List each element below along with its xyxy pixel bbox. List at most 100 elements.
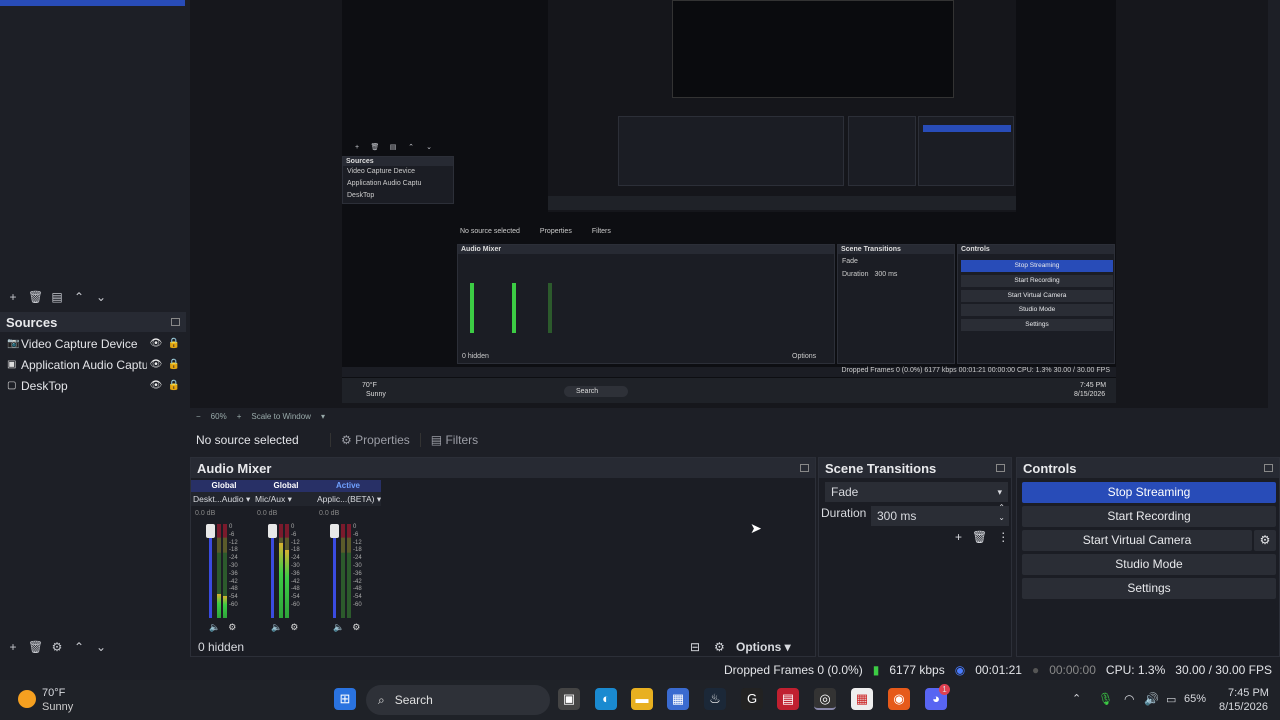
start-virtual-camera-button[interactable]: Start Virtual Camera	[1022, 530, 1252, 551]
stepper-icon[interactable]: ⌃ ⌄	[998, 503, 1005, 523]
mini-controls-title: Controls	[958, 245, 1114, 254]
config-icon[interactable]: ⚙	[714, 640, 736, 654]
add-icon[interactable]: +	[955, 530, 962, 544]
more-icon[interactable]: ⋮	[997, 530, 1009, 544]
stop-streaming-button[interactable]: Stop Streaming	[1022, 482, 1276, 503]
trash-icon[interactable]: 🗑	[972, 530, 987, 544]
channel-name[interactable]: Deskt...Audio ▾	[191, 492, 257, 506]
lock-icon[interactable]: 🔒	[165, 338, 183, 349]
battery-percent[interactable]: 65%	[1184, 693, 1206, 705]
edge-icon[interactable]: ◐	[595, 688, 617, 710]
visibility-icon[interactable]: 👁	[147, 359, 165, 370]
undock-icon[interactable]	[171, 318, 180, 326]
mini-source-item: Video Capture Device	[347, 168, 415, 175]
battery-icon[interactable]: ▭	[1166, 693, 1176, 706]
lock-icon[interactable]: 🔒	[165, 359, 183, 370]
windows-start-icon[interactable]: ⊞	[334, 688, 356, 710]
add-icon[interactable]: +	[6, 290, 20, 304]
trash-icon[interactable]: 🗑	[28, 640, 43, 654]
duration-input[interactable]: 300 ms ⌃ ⌄	[871, 503, 1009, 526]
source-item[interactable]: ▢ DeskTop 👁 🔒	[0, 375, 186, 396]
db-scale-tick: -42	[291, 578, 300, 585]
source-item[interactable]: ▣ Application Audio Captu 👁 🔒	[0, 354, 186, 375]
virtual-camera-gear-icon[interactable]: ⚙	[1254, 530, 1276, 551]
transition-select[interactable]: Fade ▾	[825, 482, 1008, 502]
move-up-icon[interactable]: ⌃	[72, 640, 86, 654]
firefox-icon[interactable]: ◉	[888, 688, 910, 710]
volume-fader-track[interactable]	[271, 524, 274, 618]
mini-duration-value: 300 ms	[874, 271, 898, 278]
filter-icon[interactable]: ▤	[50, 290, 64, 304]
g-hub-icon[interactable]: G	[741, 688, 763, 710]
zoom-in-icon[interactable]: +	[237, 412, 242, 421]
db-scale-tick: -30	[229, 562, 238, 569]
db-scale-tick: -36	[229, 570, 238, 577]
scale-mode[interactable]: Scale to Window	[251, 412, 311, 421]
gear-icon[interactable]: ⚙	[228, 622, 236, 633]
undock-icon[interactable]	[1264, 464, 1273, 472]
volume-fader-knob[interactable]	[330, 524, 339, 538]
start-recording-button[interactable]: Start Recording	[1022, 506, 1276, 527]
app-red-icon[interactable]: ▤	[777, 688, 799, 710]
speaker-icon[interactable]: 🔈	[209, 622, 220, 633]
db-scale-tick: 0	[291, 524, 295, 530]
lock-icon[interactable]: 🔒	[165, 380, 183, 391]
layout-icon[interactable]: ⊟	[690, 640, 714, 654]
app-grid-icon[interactable]: ▦	[851, 688, 873, 710]
gear-icon[interactable]: ⚙	[352, 622, 360, 633]
mini-mixer: Audio Mixer 0 hidden Options	[457, 244, 835, 364]
zoom-out-icon[interactable]: −	[196, 412, 201, 421]
steam-icon[interactable]: ♨	[704, 688, 726, 710]
chevron-down-icon[interactable]: ▾	[321, 412, 325, 421]
gear-icon[interactable]: ⚙	[50, 640, 64, 654]
preview-area[interactable]: + 🗑 ▤ ⌃ ⌄ Sources Video Capture Device A…	[190, 0, 1268, 408]
undock-icon[interactable]	[800, 464, 809, 472]
visibility-icon[interactable]: 👁	[147, 338, 165, 349]
weather-desc[interactable]: Sunny	[42, 701, 73, 713]
file-explorer-icon[interactable]: ▬	[631, 688, 653, 710]
chevron-up-icon[interactable]: ⌃	[1072, 692, 1081, 705]
studio-mode-button[interactable]: Studio Mode	[1022, 554, 1276, 575]
volume-fader-knob[interactable]	[268, 524, 277, 538]
clock-date[interactable]: 8/15/2026	[1219, 701, 1268, 713]
speaker-icon[interactable]: 🔈	[333, 622, 344, 633]
trash-icon: 🗑	[370, 144, 380, 151]
properties-button[interactable]: ⚙ Properties	[330, 433, 420, 447]
taskbar-search[interactable]: ⌕ Search	[366, 685, 550, 715]
preview-canvas[interactable]: + 🗑 ▤ ⌃ ⌄ Sources Video Capture Device A…	[342, 0, 1116, 403]
obs-icon[interactable]: ◎	[814, 688, 836, 710]
channel-name[interactable]: Mic/Aux ▾	[253, 492, 319, 506]
store-icon[interactable]: ▦	[667, 688, 689, 710]
channel-name[interactable]: Applic...(BETA) ▾	[315, 492, 381, 506]
volume-fader-track[interactable]	[333, 524, 336, 618]
add-icon[interactable]: +	[6, 640, 20, 654]
speaker-icon[interactable]: 🔈	[271, 622, 282, 633]
db-scale-tick: -12	[229, 539, 238, 546]
volume-fader-knob[interactable]	[206, 524, 215, 538]
trash-icon[interactable]: 🗑	[28, 290, 43, 304]
clock-time[interactable]: 7:45 PM	[1228, 687, 1269, 699]
microphone-icon[interactable]: 🎙	[1098, 692, 1113, 706]
sun-icon[interactable]	[18, 690, 36, 708]
volume-icon[interactable]: 🔊	[1144, 692, 1159, 706]
zoom-level[interactable]: 60%	[211, 412, 227, 421]
db-scale-tick: -30	[291, 562, 300, 569]
visibility-icon[interactable]: 👁	[147, 380, 165, 391]
undock-icon[interactable]	[996, 464, 1005, 472]
options-button[interactable]: Options ▾	[736, 640, 791, 654]
move-up-icon[interactable]: ⌃	[72, 290, 86, 304]
gear-icon[interactable]: ⚙	[290, 622, 298, 633]
filters-button[interactable]: ▤ Filters	[419, 433, 488, 447]
cpu-usage: CPU: 1.3%	[1105, 663, 1166, 677]
move-down-icon[interactable]: ⌄	[94, 640, 108, 654]
channel-name-label: Applic...(BETA)	[317, 494, 375, 504]
task-view-icon[interactable]: ▣	[558, 688, 580, 710]
wifi-icon[interactable]: ◠	[1124, 692, 1134, 706]
volume-fader-track[interactable]	[209, 524, 212, 618]
weather-temp[interactable]: 70°F	[42, 687, 65, 699]
selected-scene-item[interactable]	[0, 0, 185, 6]
settings-button[interactable]: Settings	[1022, 578, 1276, 599]
source-item[interactable]: 📷 Video Capture Device 👁 🔒	[0, 333, 186, 354]
db-scale-tick: -42	[353, 578, 362, 585]
move-down-icon[interactable]: ⌄	[94, 290, 108, 304]
